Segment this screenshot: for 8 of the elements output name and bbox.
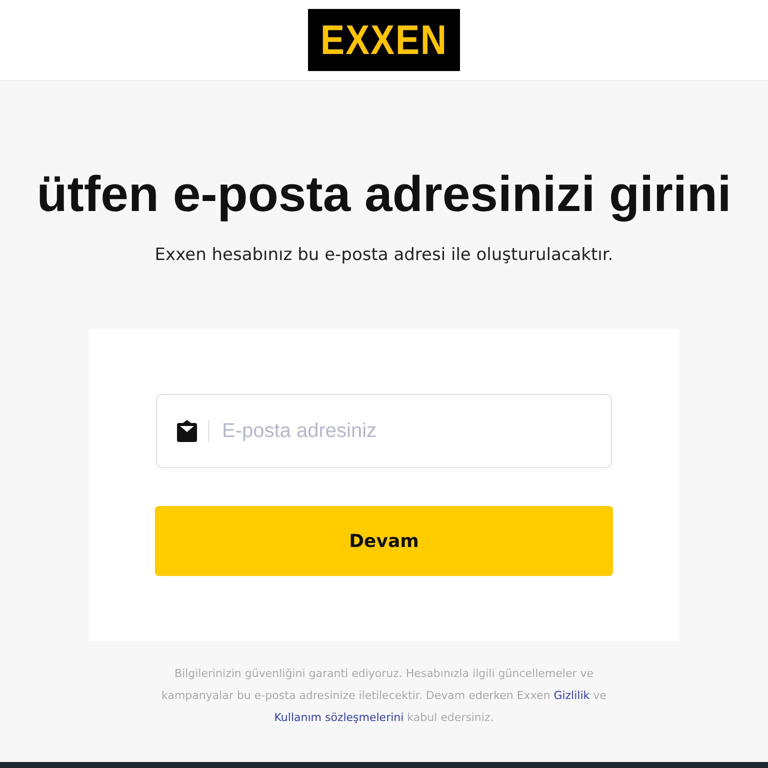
exxen-logo[interactable]: EXXEN [308,8,460,72]
consent-notice: Bilgilerinizin güvenliğini garanti ediyoruz. Hesabınızla ilgili güncellemeler ve kampanyalar bu e-posta adresinize iletilecektir. Devam ederken Exxen Gizlilik ve Kullanım sözleşmelerini kabul edersiniz. [160,666,608,726]
page-heading: ütfen e-posta adresinizi girini [36,165,732,223]
subheading: Exxen hesabınız bu e-posta adresi ile oluşturulacaktır. [154,245,614,265]
terms-link[interactable]: Kullanım sözleşmelerini [274,711,404,724]
email-field[interactable]: E-posta adresiniz [156,394,612,468]
continue-button[interactable]: Devam [155,506,613,576]
privacy-link[interactable]: Gizlilik [554,689,590,702]
